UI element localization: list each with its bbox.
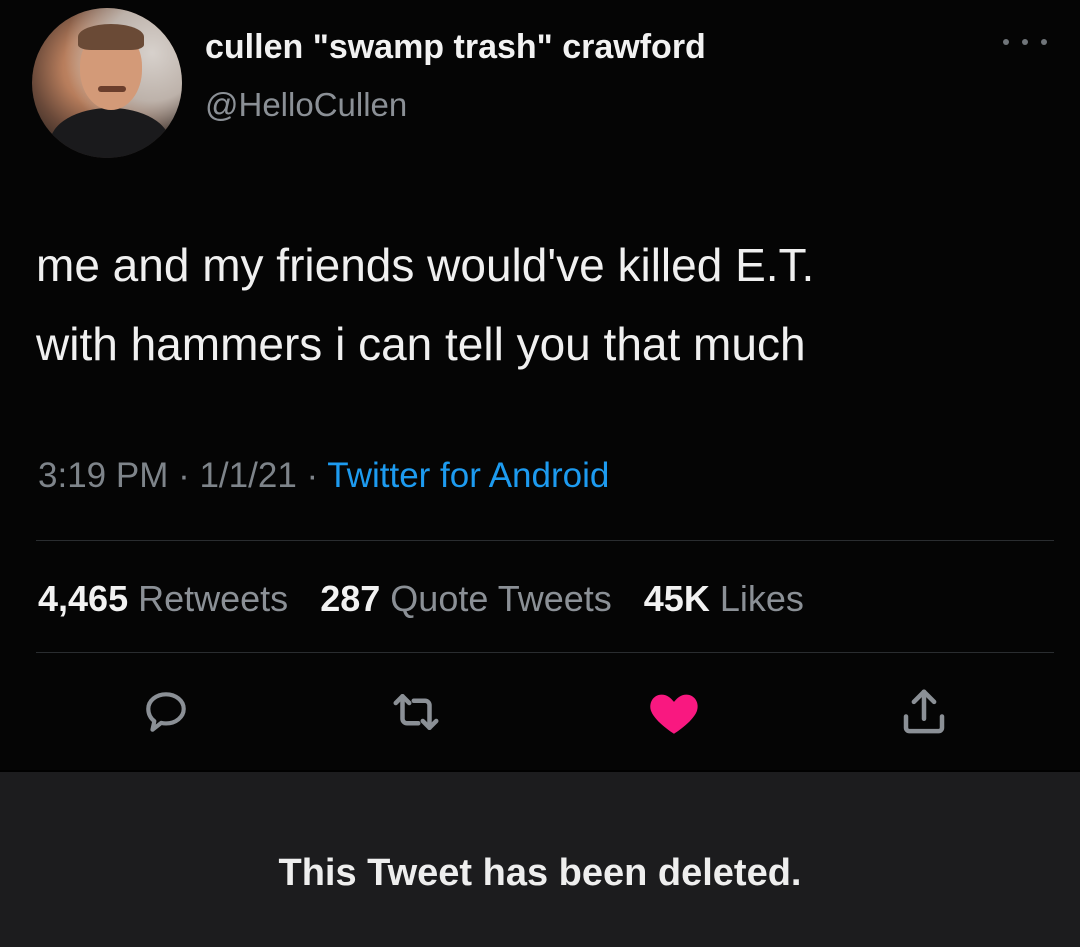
share-icon[interactable] [892, 680, 956, 744]
retweets-label[interactable]: Retweets [138, 578, 288, 619]
divider [36, 540, 1054, 541]
more-options-icon[interactable] [1003, 34, 1047, 50]
tweet-text: me and my friends would've killed E.T. w… [36, 226, 1056, 384]
tweet-stats: 4,465 Retweets 287 Quote Tweets 45K Like… [38, 578, 826, 620]
retweet-icon[interactable] [384, 680, 448, 744]
reply-icon[interactable] [134, 680, 198, 744]
tweet-actions [0, 680, 1080, 760]
likes-label[interactable]: Likes [720, 578, 804, 619]
tweet-meta: 3:19 PM · 1/1/21 · Twitter for Android [38, 456, 609, 496]
meta-separator: · [296, 456, 328, 495]
likes-count[interactable]: 45K [644, 578, 710, 619]
avatar[interactable] [32, 8, 182, 158]
tweet-text-line: with hammers i can tell you that much [36, 318, 806, 370]
quotes-label[interactable]: Quote Tweets [390, 578, 611, 619]
deleted-notice-text: This Tweet has been deleted. [278, 852, 802, 894]
tweet-time: 3:19 PM [38, 456, 169, 495]
like-icon[interactable] [642, 680, 706, 744]
tweet-card: cullen "swamp trash" crawford @HelloCull… [0, 0, 1080, 770]
tweet-source-link[interactable]: Twitter for Android [327, 456, 609, 495]
retweets-count[interactable]: 4,465 [38, 578, 128, 619]
divider [36, 652, 1054, 653]
author-handle[interactable]: @HelloCullen [205, 86, 407, 124]
tweet-text-line: me and my friends would've killed E.T. [36, 239, 815, 291]
author-display-name[interactable]: cullen "swamp trash" crawford [205, 28, 706, 67]
tweet-date: 1/1/21 [199, 456, 297, 495]
quotes-count[interactable]: 287 [320, 578, 380, 619]
meta-separator: · [168, 456, 200, 495]
